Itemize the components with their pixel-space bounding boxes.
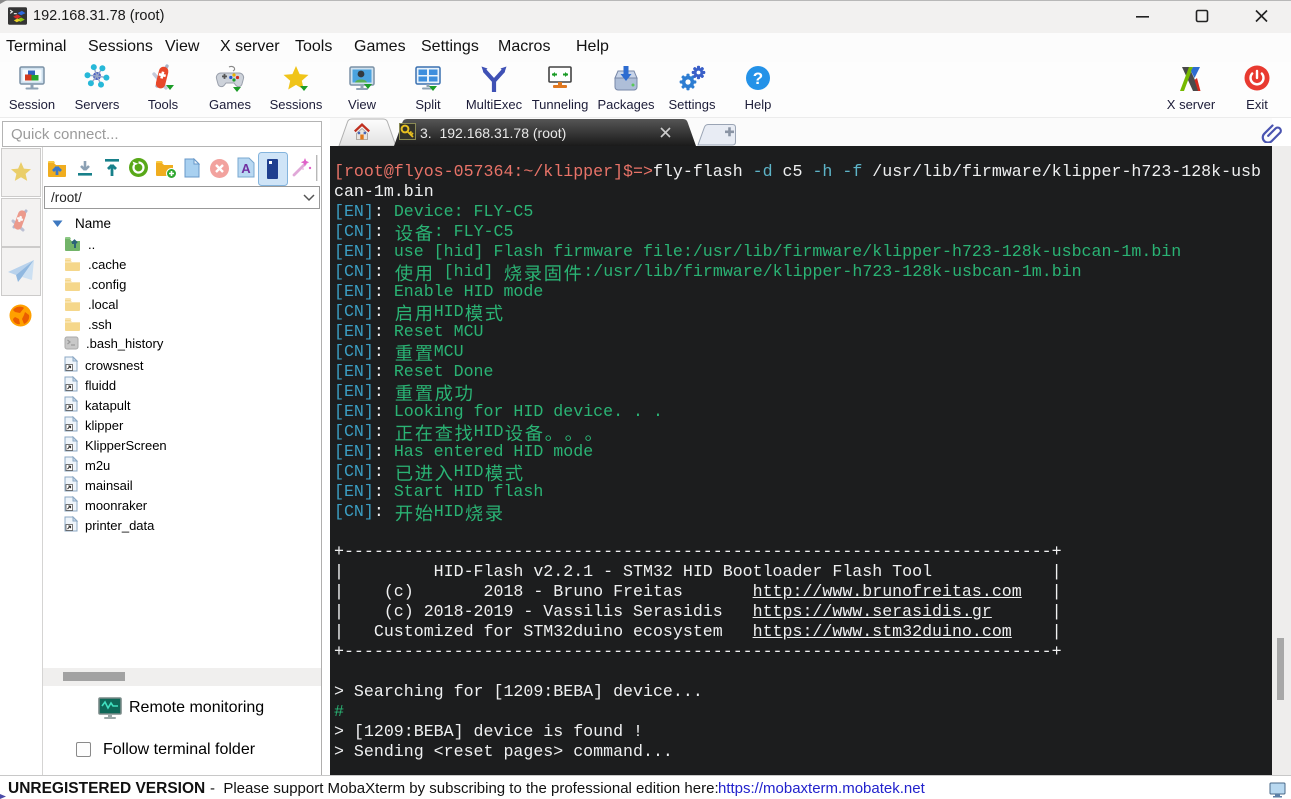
svg-text:?: ? xyxy=(753,69,763,88)
svg-text:A: A xyxy=(241,161,251,176)
